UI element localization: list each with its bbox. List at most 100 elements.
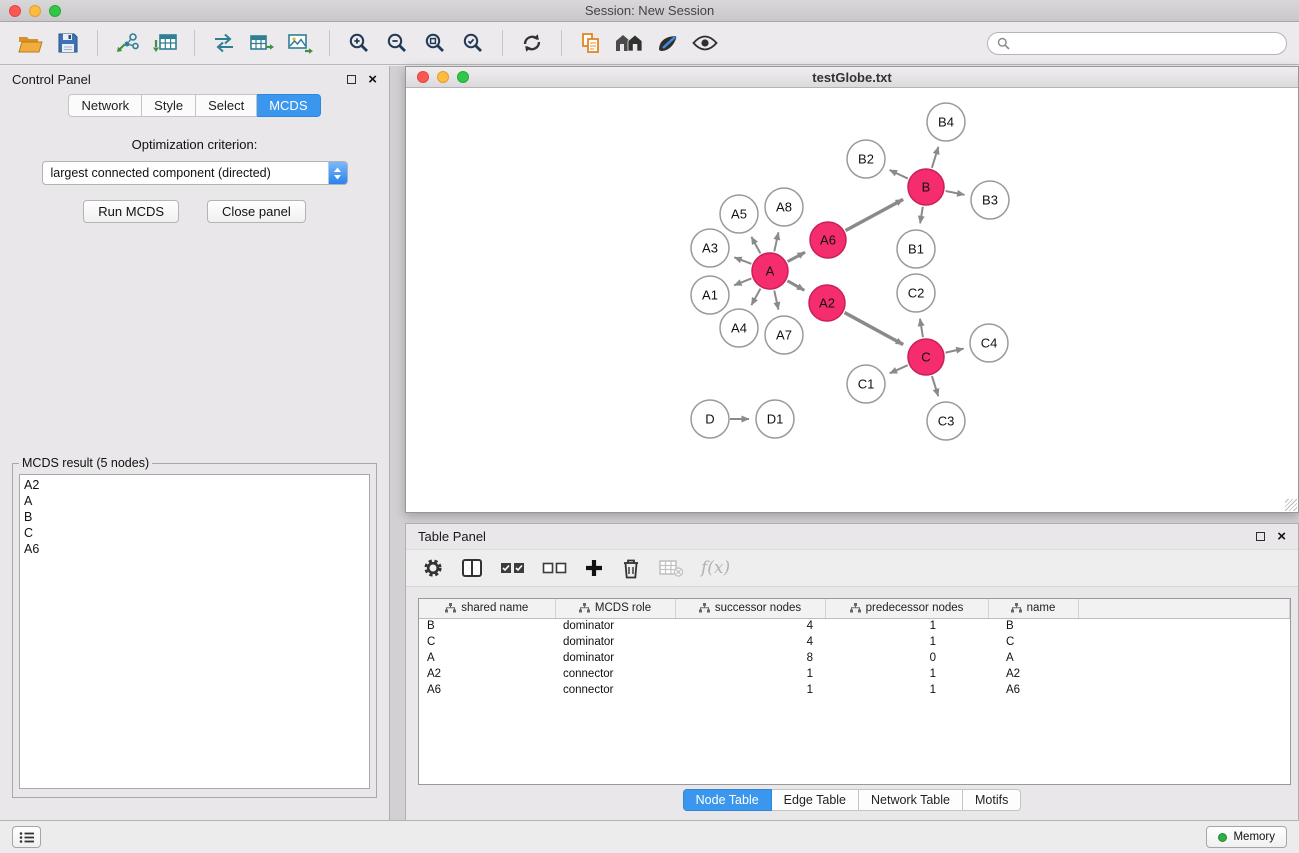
column-header-predecessor-nodes[interactable]: predecessor nodes [825, 599, 988, 618]
zoom-fit-button[interactable] [417, 25, 453, 61]
column-header-shared-name[interactable]: shared name [419, 599, 555, 618]
table-row-b[interactable]: Bdominator41B [419, 618, 1290, 634]
graph-node-B[interactable]: B [908, 169, 944, 205]
graph-edge-B-B3[interactable] [946, 191, 965, 195]
graph-node-A8[interactable]: A8 [765, 188, 803, 226]
import-network-button[interactable] [109, 25, 145, 61]
home-button[interactable] [611, 25, 647, 61]
graph-node-C4[interactable]: C4 [970, 324, 1008, 362]
close-window-button[interactable] [9, 5, 21, 17]
graph-node-B2[interactable]: B2 [847, 140, 885, 178]
graph-node-C2[interactable]: C2 [897, 274, 935, 312]
float-panel-icon[interactable] [347, 75, 356, 84]
graph-edge-C-C1[interactable] [890, 365, 908, 373]
graph-edge-A-A5[interactable] [751, 237, 760, 254]
graph-node-D1[interactable]: D1 [756, 400, 794, 438]
close-network-window-button[interactable] [417, 71, 429, 83]
close-panel-button[interactable]: Close panel [207, 200, 306, 223]
zoom-out-button[interactable] [379, 25, 415, 61]
minimize-window-button[interactable] [29, 5, 41, 17]
minimize-network-window-button[interactable] [437, 71, 449, 83]
function-builder-button[interactable]: f(x) [701, 558, 730, 578]
search-box[interactable] [987, 32, 1287, 55]
graph-node-A1[interactable]: A1 [691, 276, 729, 314]
network-graph[interactable]: AA1A2A3A4A5A6A7A8BB1B2B3B4CC1C2C3C4DD1 [406, 88, 1298, 512]
graph-edge-C-C3[interactable] [932, 376, 938, 396]
graph-edge-A-A3[interactable] [734, 257, 751, 264]
graph-node-A[interactable]: A [752, 253, 788, 289]
table-row-a6[interactable]: A6connector11A6 [419, 682, 1290, 698]
result-item-b[interactable]: B [24, 509, 365, 525]
graph-edge-B-B1[interactable] [920, 207, 923, 224]
delete-table-button[interactable] [658, 558, 684, 578]
tab-select[interactable]: Select [196, 94, 257, 117]
show-panels-button[interactable] [12, 826, 41, 848]
graph-node-C[interactable]: C [908, 339, 944, 375]
memory-button[interactable]: Memory [1206, 826, 1287, 848]
graph-node-D[interactable]: D [691, 400, 729, 438]
tab-style[interactable]: Style [142, 94, 196, 117]
show-columns-button[interactable] [461, 558, 483, 578]
table-row-a2[interactable]: A2connector11A2 [419, 666, 1290, 682]
network-canvas[interactable]: AA1A2A3A4A5A6A7A8BB1B2B3B4CC1C2C3C4DD1 [406, 88, 1298, 512]
zoom-in-button[interactable] [341, 25, 377, 61]
graph-node-B4[interactable]: B4 [927, 103, 965, 141]
export-image-button[interactable] [282, 25, 318, 61]
zoom-selected-button[interactable] [455, 25, 491, 61]
graph-node-A3[interactable]: A3 [691, 229, 729, 267]
resize-gripper-icon[interactable] [1285, 499, 1297, 511]
graph-edge-C-C2[interactable] [920, 319, 923, 338]
float-table-panel-icon[interactable] [1256, 532, 1265, 541]
tab-network[interactable]: Network [68, 94, 142, 117]
graph-node-A7[interactable]: A7 [765, 316, 803, 354]
unselect-all-button[interactable] [542, 561, 567, 575]
table-row-c[interactable]: Cdominator41C [419, 634, 1290, 650]
tab-network-table[interactable]: Network Table [859, 789, 963, 811]
tab-node-table[interactable]: Node Table [683, 789, 772, 811]
graph-node-A5[interactable]: A5 [720, 195, 758, 233]
run-mcds-button[interactable]: Run MCDS [83, 200, 179, 223]
graph-node-C3[interactable]: C3 [927, 402, 965, 440]
open-session-button[interactable] [12, 25, 48, 61]
annotation-pen-button[interactable] [649, 25, 685, 61]
tab-motifs[interactable]: Motifs [963, 789, 1021, 811]
import-table-button[interactable] [147, 25, 183, 61]
result-item-c[interactable]: C [24, 525, 365, 541]
result-item-a6[interactable]: A6 [24, 541, 365, 557]
save-session-button[interactable] [50, 25, 86, 61]
graph-node-A6[interactable]: A6 [810, 222, 846, 258]
graph-node-A2[interactable]: A2 [809, 285, 845, 321]
column-header-name[interactable]: name [988, 599, 1078, 618]
result-item-a2[interactable]: A2 [24, 477, 365, 493]
graph-node-A4[interactable]: A4 [720, 309, 758, 347]
graph-edge-A-A4[interactable] [751, 289, 760, 306]
graph-edge-A-A8[interactable] [774, 232, 778, 251]
tab-edge-table[interactable]: Edge Table [772, 789, 859, 811]
graph-edge-B-B2[interactable] [890, 170, 908, 179]
search-input[interactable] [1016, 35, 1277, 51]
graph-edge-B-B4[interactable] [932, 147, 938, 168]
mcds-result-list[interactable]: A2ABCA6 [19, 474, 370, 789]
table-settings-button[interactable] [422, 557, 444, 579]
graph-edge-A-A2[interactable] [787, 281, 804, 290]
close-table-panel-icon[interactable]: × [1277, 529, 1286, 544]
graph-edge-C-C4[interactable] [946, 349, 964, 353]
graph-node-B1[interactable]: B1 [897, 230, 935, 268]
fullscreen-window-button[interactable] [49, 5, 61, 17]
graph-edge-A-A6[interactable] [788, 252, 805, 261]
close-panel-icon[interactable]: × [368, 72, 377, 87]
copy-button[interactable] [573, 25, 609, 61]
graph-edge-A-A1[interactable] [734, 278, 751, 285]
add-row-button[interactable] [584, 558, 604, 578]
apply-layout-button[interactable] [514, 25, 550, 61]
graph-edge-A6-B[interactable] [846, 199, 904, 230]
delete-rows-button[interactable] [621, 557, 641, 579]
column-header-successor-nodes[interactable]: successor nodes [675, 599, 825, 618]
result-item-a[interactable]: A [24, 493, 365, 509]
graph-node-B3[interactable]: B3 [971, 181, 1009, 219]
export-network-button[interactable] [206, 25, 242, 61]
tab-mcds[interactable]: MCDS [257, 94, 320, 117]
graph-edge-A-A7[interactable] [774, 291, 778, 310]
zoom-network-window-button[interactable] [457, 71, 469, 83]
show-hide-button[interactable] [687, 25, 723, 61]
